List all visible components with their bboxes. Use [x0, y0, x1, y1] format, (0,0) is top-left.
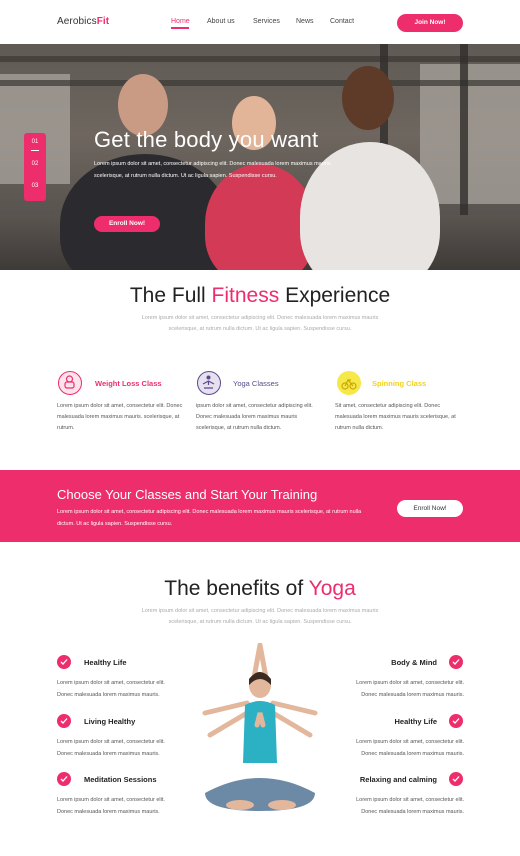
fitness-title-accent: Fitness: [211, 284, 280, 307]
fitness-title-part: The Full: [129, 284, 212, 307]
benefit-left-2-title: Living Healthy: [84, 717, 136, 726]
logo-main: Aerobics: [57, 16, 97, 27]
join-now-button[interactable]: Join Now!: [397, 14, 463, 32]
top-nav: AerobicsFit Home About us Services News …: [0, 0, 520, 44]
benefit-right-2-text: Lorem ipsum dolor sit amet, consectetur …: [356, 739, 464, 757]
feature-spinning-text: Sit amet, consectetur adipiscing elit. D…: [335, 403, 456, 431]
feature-weight-loss-title[interactable]: Weight Loss Class: [95, 379, 162, 388]
hero-enroll-button[interactable]: Enroll Now!: [94, 216, 160, 232]
bike-icon: [337, 371, 361, 395]
yoga-subtitle: Lorem ipsum dolor sit amet, consectetur …: [141, 608, 379, 625]
slide-active-bar: [31, 150, 39, 151]
yoga-woman-image: [202, 643, 318, 811]
banner-enroll-button[interactable]: Enroll Now!: [397, 500, 463, 517]
benefit-right-3-text: Lorem ipsum dolor sit amet, consectetur …: [356, 797, 464, 815]
benefit-left-3-text: Lorem ipsum dolor sit amet, consectetur …: [57, 797, 165, 815]
nav-news[interactable]: News: [296, 18, 314, 25]
logo[interactable]: AerobicsFit: [57, 16, 109, 27]
hero-text: Lorem ipsum dolor sit amet, consectetur …: [94, 161, 331, 179]
weight-icon: [58, 371, 82, 395]
hero-title: Get the body you want: [94, 127, 319, 152]
benefit-left-1-title: Healthy Life: [84, 658, 127, 667]
feature-weight-loss-text: Lorem ipsum dolor sit amet, consectetur …: [57, 403, 183, 431]
hero-banner: 01 02 03 Get the body you want Lorem ips…: [0, 44, 520, 270]
classes-banner: Choose Your Classes and Start Your Train…: [0, 470, 520, 542]
benefit-left-1-text: Lorem ipsum dolor sit amet, consectetur …: [57, 680, 165, 698]
check-icon: [57, 655, 71, 669]
feature-yoga-text: ipsum dolor sit amet, consectetur adipis…: [196, 403, 313, 431]
nav-active-underline: [171, 27, 189, 29]
check-icon: [57, 714, 71, 728]
benefit-right-3-title: Relaxing and calming: [359, 775, 437, 784]
hero-beam: [0, 56, 520, 62]
banner-title: Choose Your Classes and Start Your Train…: [57, 487, 318, 502]
check-icon: [449, 714, 463, 728]
person-right-head: [342, 66, 394, 130]
fitness-subtitle: Lorem ipsum dolor sit amet, consectetur …: [141, 315, 379, 332]
feature-spinning-title[interactable]: Spinning Class: [372, 379, 426, 388]
slide-02[interactable]: 02: [24, 161, 46, 167]
nav-home[interactable]: Home: [171, 18, 190, 25]
benefit-right-1-title: Body & Mind: [391, 658, 437, 667]
benefit-right-2-title: Healthy Life: [394, 717, 437, 726]
benefit-left-3-title: Meditation Sessions: [84, 775, 157, 784]
benefit-left-2-text: Lorem ipsum dolor sit amet, consectetur …: [57, 739, 165, 757]
slide-01[interactable]: 01: [24, 139, 46, 145]
benefit-right-1-text: Lorem ipsum dolor sit amet, consectetur …: [356, 680, 464, 698]
yoga-title: The benefits of Yoga: [0, 577, 520, 601]
fitness-title-part: Experience: [279, 284, 391, 307]
slide-pager: 01 02 03: [24, 133, 46, 201]
feature-yoga-title[interactable]: Yoga Classes: [233, 379, 279, 388]
nav-contact[interactable]: Contact: [330, 18, 354, 25]
banner-text: Lorem ipsum dolor sit amet, consectetur …: [57, 509, 362, 527]
yoga-title-accent: Yoga: [308, 577, 356, 600]
fitness-title: The Full Fitness Experience: [0, 284, 520, 308]
yoga-title-part: The benefits of: [164, 577, 309, 600]
logo-accent: Fit: [96, 16, 110, 27]
yoga-icon: [197, 371, 221, 395]
slide-03[interactable]: 03: [24, 183, 46, 189]
nav-services[interactable]: Services: [253, 18, 280, 25]
hero-beam: [0, 80, 520, 86]
check-icon: [57, 772, 71, 786]
check-icon: [449, 772, 463, 786]
nav-about[interactable]: About us: [207, 18, 235, 25]
check-icon: [449, 655, 463, 669]
